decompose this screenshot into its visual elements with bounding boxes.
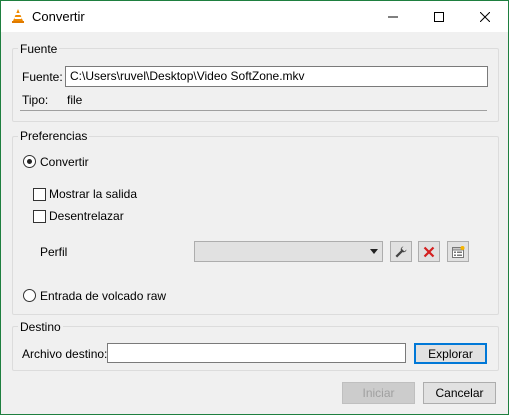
fuente-group-label: Fuente <box>18 42 60 56</box>
delete-profile-button[interactable] <box>418 241 440 262</box>
mostrar-salida-label[interactable]: Mostrar la salida <box>49 187 137 201</box>
close-icon <box>480 11 490 22</box>
new-profile-button[interactable] <box>447 241 469 262</box>
desentrelazar-label[interactable]: Desentrelazar <box>49 209 124 223</box>
title-bar[interactable]: Convertir <box>1 1 508 32</box>
new-profile-icon <box>452 245 465 258</box>
convertir-radio-label[interactable]: Convertir <box>40 155 89 169</box>
tipo-value: file <box>67 93 83 107</box>
delete-x-icon <box>423 246 435 257</box>
fuente-label: Fuente: <box>22 70 63 84</box>
window-title: Convertir <box>32 9 85 24</box>
wrench-icon <box>395 246 407 257</box>
raw-dump-radio-label[interactable]: Entrada de volcado raw <box>40 289 166 303</box>
explorar-button[interactable]: Explorar <box>414 343 487 364</box>
preferencias-group-label: Preferencias <box>18 129 90 143</box>
convertir-radio[interactable] <box>23 155 36 168</box>
cancelar-button[interactable]: Cancelar <box>423 382 496 404</box>
maximize-button[interactable] <box>416 1 462 32</box>
edit-profile-button[interactable] <box>390 241 412 262</box>
fuente-path-field[interactable]: C:\Users\ruvel\Desktop\Video SoftZone.mk… <box>65 66 488 87</box>
fuente-divider <box>20 110 487 111</box>
archivo-destino-label: Archivo destino: <box>22 347 108 361</box>
perfil-label: Perfil <box>40 245 68 259</box>
iniciar-button[interactable]: Iniciar <box>342 382 415 404</box>
radio-selected-dot <box>27 159 32 164</box>
maximize-icon <box>434 11 444 22</box>
chevron-down-icon <box>370 249 378 254</box>
archivo-destino-field[interactable] <box>107 343 406 363</box>
minimize-icon <box>388 16 398 17</box>
close-button[interactable] <box>462 1 508 32</box>
tipo-label: Tipo: <box>22 93 49 107</box>
perfil-dropdown[interactable] <box>194 241 383 262</box>
convert-dialog: Convertir Fuente Fuente: C:\Users\ruvel\… <box>0 0 509 415</box>
vlc-cone-icon <box>12 9 24 23</box>
desentrelazar-checkbox[interactable] <box>33 210 46 223</box>
minimize-button[interactable] <box>370 1 416 32</box>
raw-dump-radio[interactable] <box>23 289 36 302</box>
destino-group-label: Destino <box>18 320 63 334</box>
mostrar-salida-checkbox[interactable] <box>33 188 46 201</box>
